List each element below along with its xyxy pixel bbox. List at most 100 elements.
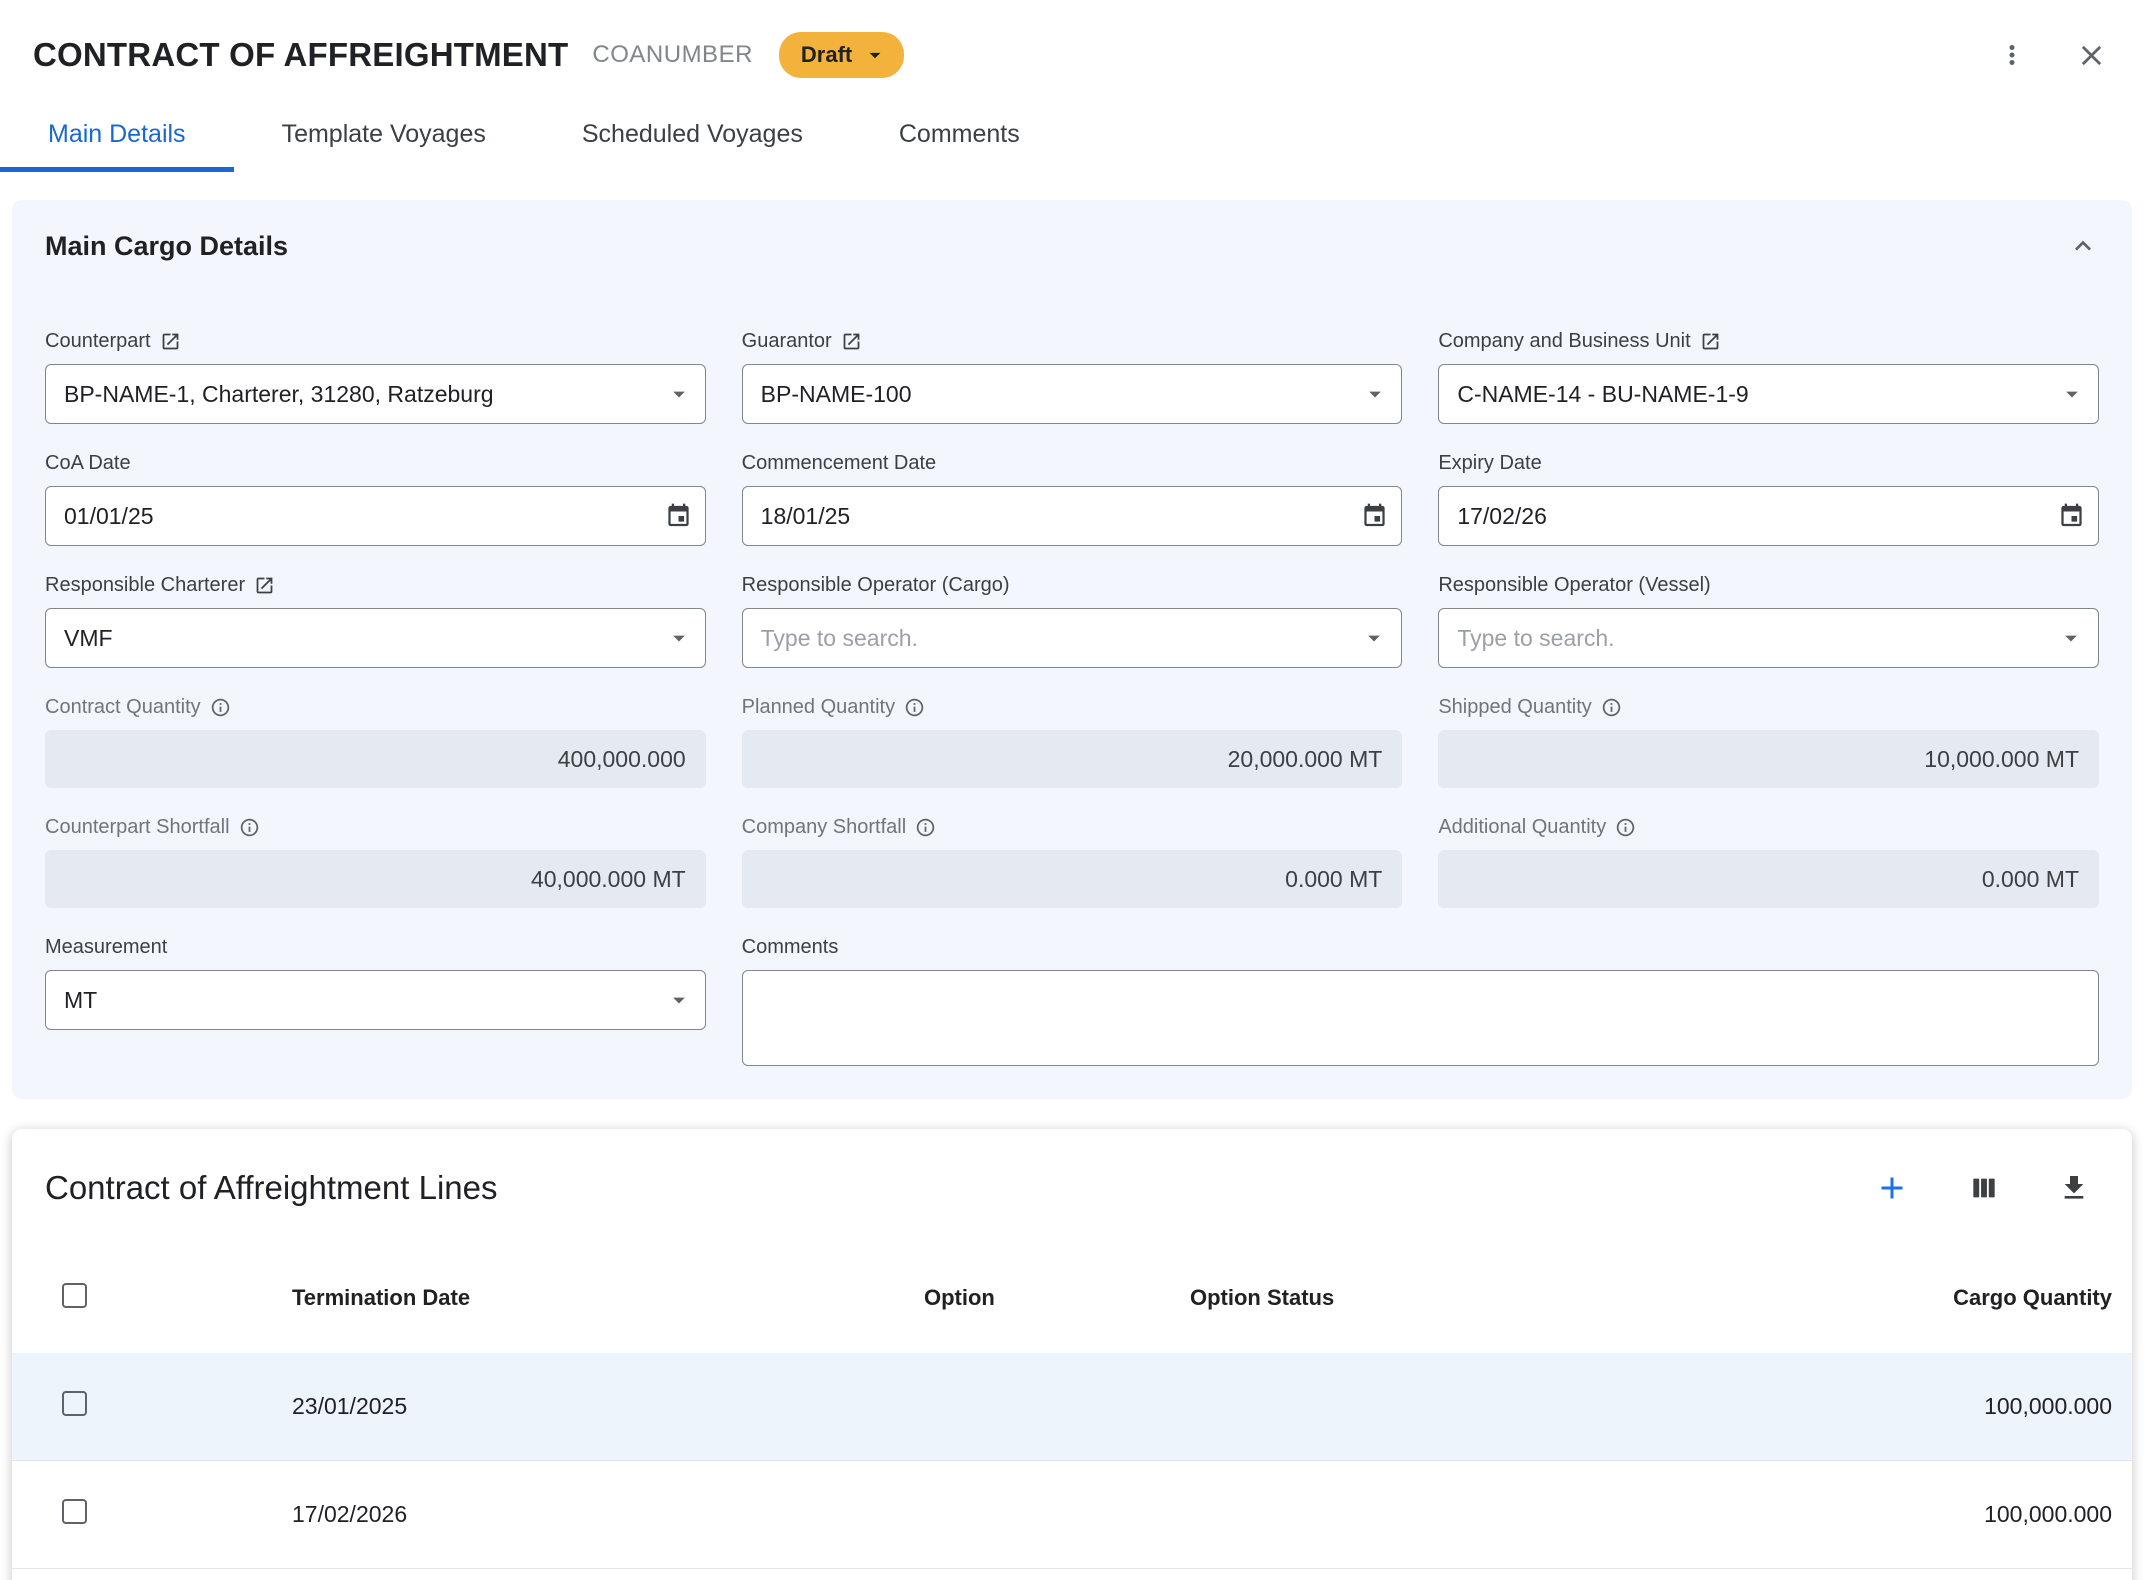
lines-actions: [1874, 1170, 2090, 1206]
info-icon[interactable]: [904, 697, 925, 718]
field-label: Comments: [742, 936, 839, 959]
responsible-charterer-select[interactable]: VMF: [45, 608, 706, 668]
column-header-cargo-quantity: Cargo Quantity: [1620, 1285, 2112, 1311]
chevron-down-icon: [665, 986, 693, 1014]
responsible-operator-vessel-input[interactable]: [1438, 608, 2099, 668]
cargo-quantity-cell: 100,000.000: [1620, 1501, 2112, 1528]
tab-main-details[interactable]: Main Details: [0, 102, 234, 172]
commencement-date-input[interactable]: [742, 486, 1403, 546]
field-label: Company Shortfall: [742, 816, 907, 839]
add-line-button[interactable]: [1874, 1170, 1910, 1206]
chevron-down-icon: [1361, 380, 1389, 408]
lines-title: Contract of Affreightment Lines: [45, 1169, 497, 1207]
counterpart-select[interactable]: BP-NAME-1, Charterer, 31280, Ratzeburg: [45, 364, 706, 424]
chevron-up-icon: [2067, 230, 2099, 262]
row-checkbox[interactable]: [62, 1499, 87, 1524]
info-icon[interactable]: [1601, 697, 1622, 718]
open-in-new-icon[interactable]: [841, 331, 862, 352]
calendar-icon[interactable]: [2058, 503, 2085, 530]
field-label: Measurement: [45, 936, 167, 959]
responsible-operator-cargo-input[interactable]: [742, 608, 1403, 668]
status-badge[interactable]: Draft: [779, 32, 904, 78]
coa-number: COANUMBER: [592, 41, 753, 69]
field-label: CoA Date: [45, 452, 131, 475]
field-counterpart: Counterpart BP-NAME-1, Charterer, 31280,…: [45, 328, 706, 424]
expiry-date-input[interactable]: [1438, 486, 2099, 546]
measurement-select[interactable]: MT: [45, 970, 706, 1030]
coa-date-input[interactable]: [45, 486, 706, 546]
field-commencement-date: Commencement Date: [742, 450, 1403, 546]
main-cargo-form: Counterpart BP-NAME-1, Charterer, 31280,…: [45, 328, 2099, 1071]
collapse-section-button[interactable]: [2067, 230, 2099, 262]
field-measurement: Measurement MT: [45, 934, 706, 1071]
field-company-business-unit: Company and Business Unit C-NAME-14 - BU…: [1438, 328, 2099, 424]
calendar-icon[interactable]: [1361, 503, 1388, 530]
field-comments: Comments: [742, 934, 2099, 1071]
info-icon[interactable]: [1615, 817, 1636, 838]
chevron-down-icon: [862, 42, 888, 68]
comments-textarea[interactable]: [742, 970, 2099, 1066]
field-label: Guarantor: [742, 330, 832, 353]
info-icon[interactable]: [239, 817, 260, 838]
table-row[interactable]: 23/01/2025 100,000.000: [12, 1353, 2132, 1461]
field-label: Shipped Quantity: [1438, 696, 1591, 719]
close-button[interactable]: [2075, 39, 2108, 72]
field-responsible-operator-cargo: Responsible Operator (Cargo): [742, 572, 1403, 668]
tab-template-voyages[interactable]: Template Voyages: [234, 102, 534, 172]
field-label: Counterpart Shortfall: [45, 816, 230, 839]
tab-label: Template Voyages: [282, 120, 486, 149]
field-expiry-date: Expiry Date: [1438, 450, 2099, 546]
columns-button[interactable]: [1968, 1172, 2000, 1204]
info-icon[interactable]: [210, 697, 231, 718]
section-header: Main Cargo Details: [45, 230, 2099, 262]
open-in-new-icon[interactable]: [254, 575, 275, 596]
field-coa-date: CoA Date: [45, 450, 706, 546]
guarantor-select[interactable]: BP-NAME-100: [742, 364, 1403, 424]
field-label: Company and Business Unit: [1438, 330, 1690, 353]
row-checkbox[interactable]: [62, 1391, 87, 1416]
chevron-down-icon: [2058, 380, 2086, 408]
section-title: Main Cargo Details: [45, 231, 288, 262]
counterpart-shortfall-value: 40,000.000 MT: [45, 850, 706, 908]
field-label: Responsible Operator (Cargo): [742, 574, 1010, 597]
open-in-new-icon[interactable]: [160, 331, 181, 352]
select-value: MT: [64, 987, 97, 1014]
tab-comments[interactable]: Comments: [851, 102, 1068, 172]
chevron-down-icon: [1360, 624, 1388, 652]
company-shortfall-value: 0.000 MT: [742, 850, 1403, 908]
columns-icon: [1968, 1172, 2000, 1204]
main-cargo-details-section: Main Cargo Details Counterpart BP-NAME-1…: [12, 200, 2132, 1099]
field-additional-quantity: Additional Quantity 0.000 MT: [1438, 814, 2099, 908]
field-counterpart-shortfall: Counterpart Shortfall 40,000.000 MT: [45, 814, 706, 908]
field-responsible-charterer: Responsible Charterer VMF: [45, 572, 706, 668]
cargo-quantity-cell: 100,000.000: [1620, 1393, 2112, 1420]
termination-date-cell: 23/01/2025: [292, 1393, 924, 1420]
tab-scheduled-voyages[interactable]: Scheduled Voyages: [534, 102, 851, 172]
field-label: Additional Quantity: [1438, 816, 1606, 839]
field-company-shortfall: Company Shortfall 0.000 MT: [742, 814, 1403, 908]
chevron-down-icon: [665, 624, 693, 652]
close-icon: [2075, 39, 2108, 72]
field-label: Responsible Operator (Vessel): [1438, 574, 1710, 597]
kebab-menu-icon: [1997, 40, 2027, 70]
title-row: CONTRACT OF AFFREIGHTMENT COANUMBER Draf…: [0, 26, 2144, 84]
download-button[interactable]: [2058, 1172, 2090, 1204]
company-business-unit-select[interactable]: C-NAME-14 - BU-NAME-1-9: [1438, 364, 2099, 424]
more-options-button[interactable]: [1997, 40, 2027, 70]
calendar-icon[interactable]: [665, 503, 692, 530]
table-row[interactable]: 17/02/2026 100,000.000: [12, 1461, 2132, 1569]
open-in-new-icon[interactable]: [1700, 331, 1721, 352]
shipped-quantity-value: 10,000.000 MT: [1438, 730, 2099, 788]
select-all-checkbox[interactable]: [62, 1283, 87, 1308]
page-title: CONTRACT OF AFFREIGHTMENT: [33, 36, 568, 74]
field-label: Commencement Date: [742, 452, 937, 475]
field-label: Planned Quantity: [742, 696, 895, 719]
field-label: Responsible Charterer: [45, 574, 245, 597]
info-icon[interactable]: [915, 817, 936, 838]
tab-label: Comments: [899, 120, 1020, 149]
column-header-option-status: Option Status: [1190, 1285, 1620, 1311]
table-header-row: Termination Date Option Option Status Ca…: [12, 1243, 2132, 1353]
column-header-option: Option: [924, 1285, 1190, 1311]
header-actions: [1997, 39, 2108, 72]
lines-table: Termination Date Option Option Status Ca…: [12, 1243, 2132, 1569]
